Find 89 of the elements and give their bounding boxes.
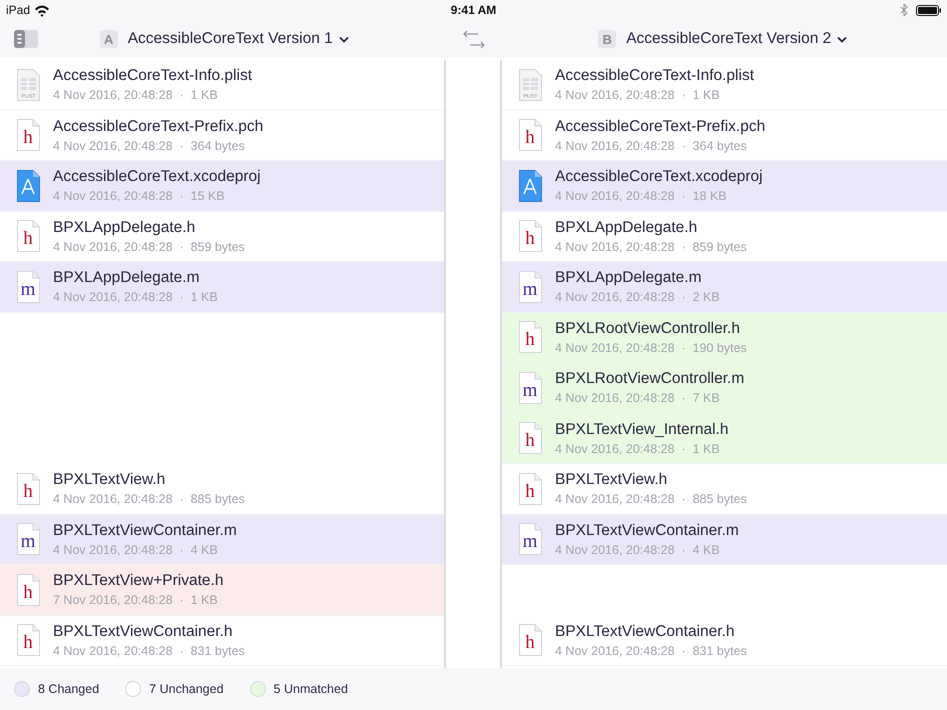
file-details: 4 Nov 2016, 20:48:28 · 1 KB [53, 290, 218, 304]
header-file-icon: h [519, 422, 542, 454]
file-name: BPXLTextViewContainer.m [53, 522, 237, 540]
battery-icon [916, 4, 942, 16]
file-details: 4 Nov 2016, 20:48:28 · 885 bytes [555, 492, 747, 506]
file-details: 4 Nov 2016, 20:48:28 · 18 KB [555, 189, 728, 204]
file-name: BPXLTextView.h [555, 471, 668, 490]
version-badge: A [100, 30, 118, 48]
file-row[interactable]: h AccessibleCoreText-Prefix.pch 4 Nov 2016, 20:48:28 · 364 bytes [0, 110, 444, 161]
file-details: 4 Nov 2016, 20:48:28 · 1 KB [555, 442, 721, 456]
chevron-down-icon [837, 36, 848, 42]
file-details: 7 Nov 2016, 20:48:28 · 1 KB [53, 593, 219, 608]
file-details: 4 Nov 2016, 20:48:28 · 364 bytes [53, 138, 246, 153]
file-row[interactable]: h BPXLAppDelegate.h 4 Nov 2016, 20:48:28 · 859 bytes [0, 212, 444, 262]
file-name: BPXLTextView_Internal.h [555, 420, 728, 439]
device-name: iPad [6, 3, 30, 17]
file-name: BPXLRootViewController.m [555, 370, 744, 388]
file-name: BPXLTextViewContainer.h [555, 622, 736, 641]
source-file-icon: m [519, 372, 542, 404]
file-name: BPXLTextView.h [53, 471, 166, 490]
file-name: AccessibleCoreText.xcodeproj [53, 168, 261, 186]
file-name: BPXLAppDelegate.h [53, 218, 196, 237]
header-file-icon: h [17, 472, 40, 505]
file-details: 4 Nov 2016, 20:48:28 · 7 KB [555, 391, 721, 406]
file-name: BPXLTextViewContainer.m [555, 522, 739, 540]
file-row[interactable]: h BPXLRootViewController.h 4 Nov 2016, 20:48:28 · 190 bytes [502, 312, 947, 363]
file-name: BPXLTextView+Private.h [53, 572, 224, 590]
file-name: AccessibleCoreText.xcodeproj [555, 168, 763, 186]
version-badge: B [598, 30, 616, 48]
chevron-down-icon [338, 36, 349, 42]
project-file-icon [17, 170, 40, 202]
header-file-icon: h [519, 119, 542, 152]
file-details: 4 Nov 2016, 20:48:28 · 1 KB [53, 88, 219, 102]
file-details: 4 Nov 2016, 20:48:28 · 885 bytes [53, 492, 245, 506]
file-details: 4 Nov 2016, 20:48:28 · 1 KB [555, 88, 721, 102]
file-name: BPXLAppDelegate.m [555, 269, 702, 288]
file-name: BPXLTextViewContainer.h [53, 622, 234, 641]
file-details: 4 Nov 2016, 20:48:28 · 859 bytes [555, 240, 747, 254]
file-details: 4 Nov 2016, 20:48:28 · 4 KB [555, 542, 721, 557]
file-details: 4 Nov 2016, 20:48:28 · 831 bytes [53, 644, 245, 658]
header-file-icon: h [17, 119, 40, 152]
file-row[interactable]: m BPXLAppDelegate.m 4 Nov 2016, 20:48:28 · 2 KB [502, 262, 947, 312]
source-file-icon: m [519, 523, 542, 556]
swap-icon[interactable] [462, 28, 486, 50]
file-row[interactable]: h BPXLAppDelegate.h 4 Nov 2016, 20:48:28 · 859 bytes [502, 212, 947, 262]
header-file-icon: h [519, 321, 542, 354]
source-file-icon: m [17, 523, 40, 556]
file-row[interactable]: h AccessibleCoreText-Prefix.pch 4 Nov 2016, 20:48:28 · 364 bytes [502, 110, 947, 161]
file-details: 4 Nov 2016, 20:48:28 · 190 bytes [555, 340, 747, 355]
file-details: 4 Nov 2016, 20:48:28 · 859 bytes [53, 240, 245, 254]
file-details: 4 Nov 2016, 20:48:28 · 831 bytes [555, 644, 747, 658]
file-details: 4 Nov 2016, 20:48:28 · 15 KB [53, 189, 226, 204]
file-name: BPXLRootViewController.h [555, 320, 741, 338]
file-row[interactable]: AccessibleCoreText.xcodeproj 4 Nov 2016, 20:48:28 · 18 KB [502, 161, 947, 212]
file-row[interactable]: h BPXLTextView+Private.h 7 Nov 2016, 20:48:28 · 1 KB [0, 565, 444, 616]
legend-label: 5 Unmatched [274, 682, 348, 696]
header-file-icon: h [519, 624, 542, 656]
wifi-icon [34, 4, 50, 16]
bluetooth-icon [900, 4, 908, 16]
file-row[interactable]: h BPXLTextView_Internal.h 4 Nov 2016, 20:48:28 · 1 KB [502, 414, 947, 464]
file-name: AccessibleCoreText-Prefix.pch [53, 118, 264, 136]
legend-label: 8 Changed [38, 682, 100, 696]
file-name: AccessibleCoreText-Prefix.pch [555, 118, 766, 136]
file-row[interactable]: m BPXLTextViewContainer.m 4 Nov 2016, 20:48:28 · 4 KB [502, 514, 947, 565]
file-row[interactable]: h BPXLTextViewContainer.h 4 Nov 2016, 20:48:28 · 831 bytes [0, 616, 444, 666]
clock-time: 9:41 AM [450, 3, 496, 17]
file-details: 4 Nov 2016, 20:48:28 · 364 bytes [555, 138, 748, 153]
file-row[interactable]: m BPXLRootViewController.m 4 Nov 2016, 20:48:28 · 7 KB [502, 363, 947, 414]
header-file-icon: h [17, 574, 40, 606]
source-file-icon: m [519, 270, 542, 303]
file-row[interactable]: m BPXLAppDelegate.m 4 Nov 2016, 20:48:28 · 1 KB [0, 262, 444, 312]
version-selector[interactable]: AccessibleCoreText Version 1 [128, 30, 349, 48]
file-name: BPXLAppDelegate.h [555, 218, 698, 237]
file-details: 4 Nov 2016, 20:48:28 · 4 KB [53, 542, 219, 557]
file-name: AccessibleCoreText-Info.plist [53, 67, 252, 86]
file-row[interactable]: AccessibleCoreText.xcodeproj 4 Nov 2016, 20:48:28 · 15 KB [0, 161, 444, 212]
header-file-icon: h [17, 220, 40, 252]
file-row[interactable]: m BPXLTextViewContainer.m 4 Nov 2016, 20:48:28 · 4 KB [0, 514, 444, 565]
source-file-icon: m [17, 270, 40, 303]
file-name: AccessibleCoreText-Info.plist [555, 67, 754, 86]
sidebar-toggle-icon[interactable] [14, 30, 38, 48]
header-file-icon: h [17, 624, 40, 656]
header-file-icon: h [519, 220, 542, 252]
file-details: 4 Nov 2016, 20:48:28 · 2 KB [555, 290, 720, 304]
project-file-icon [519, 170, 542, 202]
file-name: BPXLAppDelegate.m [53, 269, 200, 288]
header-file-icon: h [519, 472, 542, 505]
version-selector[interactable]: AccessibleCoreText Version 2 [626, 30, 848, 48]
legend-label: 7 Unchanged [149, 682, 224, 696]
